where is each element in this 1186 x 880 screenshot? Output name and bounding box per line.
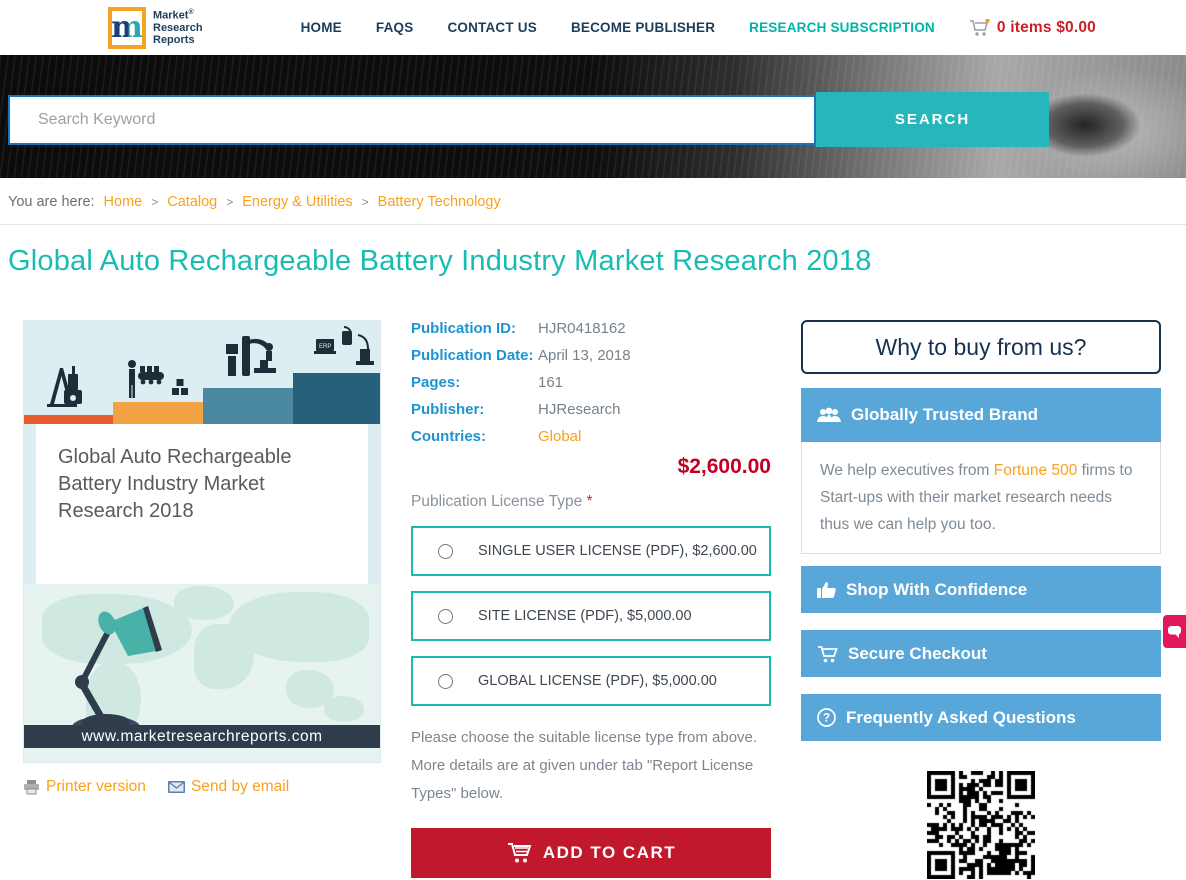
nav-home[interactable]: HOME: [301, 20, 342, 35]
license-option-single-user[interactable]: SINGLE USER LICENSE (PDF), $2,600.00: [411, 526, 771, 576]
share-links: Printer version Send by email: [23, 778, 381, 796]
cover-step-4: [293, 373, 380, 424]
cart-count-text: 0 items $0.00: [997, 19, 1096, 37]
detail-row-pages: Pages: 161: [411, 374, 771, 391]
breadcrumb-separator: >: [151, 195, 158, 209]
report-cover-image[interactable]: ERP Global Auto Rechargeable Battery Ind…: [23, 320, 381, 763]
users-icon: [817, 407, 841, 424]
oil-pumpjack-icon: [44, 360, 100, 412]
cover-step-1: [24, 415, 113, 424]
qr-code: [927, 771, 1035, 879]
cover-title-text: Global Auto Rechargeable Battery Industr…: [58, 444, 346, 525]
printer-icon: [23, 780, 40, 795]
top-header: m Market® Research Reports HOME FAQS CON…: [0, 0, 1186, 55]
add-to-cart-icon: [506, 842, 532, 864]
svg-text:?: ?: [823, 713, 830, 725]
detail-row-publication-date: Publication Date: April 13, 2018: [411, 347, 771, 364]
site-logo[interactable]: m Market® Research Reports: [108, 7, 203, 49]
speech-bubble-icon: [1168, 626, 1181, 638]
product-image-column: ERP Global Auto Rechargeable Battery Ind…: [23, 320, 381, 879]
desk-lamp-icon: [44, 592, 204, 742]
detail-row-publication-id: Publication ID: HJR0418162: [411, 320, 771, 337]
breadcrumb-separator: >: [226, 195, 233, 209]
nav-research-subscription[interactable]: RESEARCH SUBSCRIPTION: [749, 20, 935, 35]
question-icon: ?: [817, 708, 836, 727]
robot-arm-icon: [224, 334, 284, 384]
nav-faqs[interactable]: FAQS: [376, 20, 414, 35]
nav-become-publisher[interactable]: BECOME PUBLISHER: [571, 20, 715, 35]
cover-step-3: [203, 388, 293, 424]
breadcrumb: You are here: Home > Catalog > Energy & …: [0, 178, 1186, 210]
banner-globally-trusted-brand[interactable]: Globally Trusted Brand: [801, 388, 1161, 442]
product-price: $2,600.00: [411, 455, 771, 479]
printer-version-link[interactable]: Printer version: [23, 778, 146, 796]
hero-banner: SEARCH: [0, 55, 1186, 178]
banner-faq[interactable]: ? Frequently Asked Questions: [801, 694, 1161, 741]
countries-global-link[interactable]: Global: [538, 428, 581, 445]
logo-text: Market® Research Reports: [153, 9, 203, 46]
send-by-email-link[interactable]: Send by email: [168, 778, 289, 796]
breadcrumb-energy-utilities[interactable]: Energy & Utilities: [242, 194, 352, 210]
nav-contact-us[interactable]: CONTACT US: [447, 20, 537, 35]
detail-row-publisher: Publisher: HJResearch: [411, 401, 771, 418]
main-content: ERP Global Auto Rechargeable Battery Ind…: [0, 320, 1186, 879]
trusted-brand-description: We help executives from Fortune 500 firm…: [801, 442, 1161, 554]
banner-secure-checkout[interactable]: Secure Checkout: [801, 630, 1161, 677]
page-title: Global Auto Rechargeable Battery Industr…: [0, 225, 1186, 278]
breadcrumb-prefix: You are here:: [8, 194, 95, 210]
license-radio-single-user[interactable]: [438, 544, 453, 559]
cover-illustration: ERP: [24, 321, 380, 424]
breadcrumb-catalog[interactable]: Catalog: [167, 194, 217, 210]
map-continent: [229, 592, 369, 662]
license-radio-global[interactable]: [438, 674, 453, 689]
sidebar-title: Why to buy from us?: [801, 320, 1161, 374]
worker-conveyor-icon: [124, 358, 194, 400]
svg-text:ERP: ERP: [319, 344, 331, 350]
cart-white-icon: [817, 645, 838, 663]
header-cart-link[interactable]: 0 items $0.00: [969, 19, 1096, 37]
license-note: Please choose the suitable license type …: [411, 724, 771, 807]
license-radio-site[interactable]: [438, 609, 453, 624]
cover-website-banner: www.marketresearchreports.com: [24, 725, 380, 748]
map-continent: [324, 696, 364, 722]
cart-icon: [969, 19, 991, 37]
erp-laptop-icon: ERP: [314, 325, 374, 369]
detail-row-countries: Countries: Global: [411, 428, 771, 445]
license-option-site[interactable]: SITE LICENSE (PDF), $5,000.00: [411, 591, 771, 641]
why-buy-sidebar: Why to buy from us? Globally Trusted Bra…: [801, 320, 1161, 879]
cover-title-panel: Global Auto Rechargeable Battery Industr…: [24, 424, 380, 584]
cover-map-section: www.marketresearchreports.com: [24, 584, 380, 762]
license-type-label: Publication License Type *: [411, 493, 771, 511]
breadcrumb-separator: >: [362, 195, 369, 209]
breadcrumb-battery-technology[interactable]: Battery Technology: [378, 194, 501, 210]
search-button[interactable]: SEARCH: [816, 92, 1049, 147]
logo-m-icon: m: [108, 7, 146, 49]
product-details-column: Publication ID: HJR0418162 Publication D…: [411, 320, 771, 879]
thumbs-up-icon: [817, 581, 836, 599]
cover-step-2: [113, 402, 203, 424]
license-option-global[interactable]: GLOBAL LICENSE (PDF), $5,000.00: [411, 656, 771, 706]
main-nav: HOME FAQS CONTACT US BECOME PUBLISHER RE…: [301, 19, 1096, 37]
fortune-500-link[interactable]: Fortune 500: [994, 462, 1078, 479]
search-input[interactable]: [8, 95, 816, 145]
banner-shop-with-confidence[interactable]: Shop With Confidence: [801, 566, 1161, 613]
chat-widget-button[interactable]: [1163, 615, 1186, 648]
email-icon: [168, 781, 185, 793]
add-to-cart-button[interactable]: ADD TO CART: [411, 828, 771, 878]
breadcrumb-home[interactable]: Home: [104, 194, 143, 210]
